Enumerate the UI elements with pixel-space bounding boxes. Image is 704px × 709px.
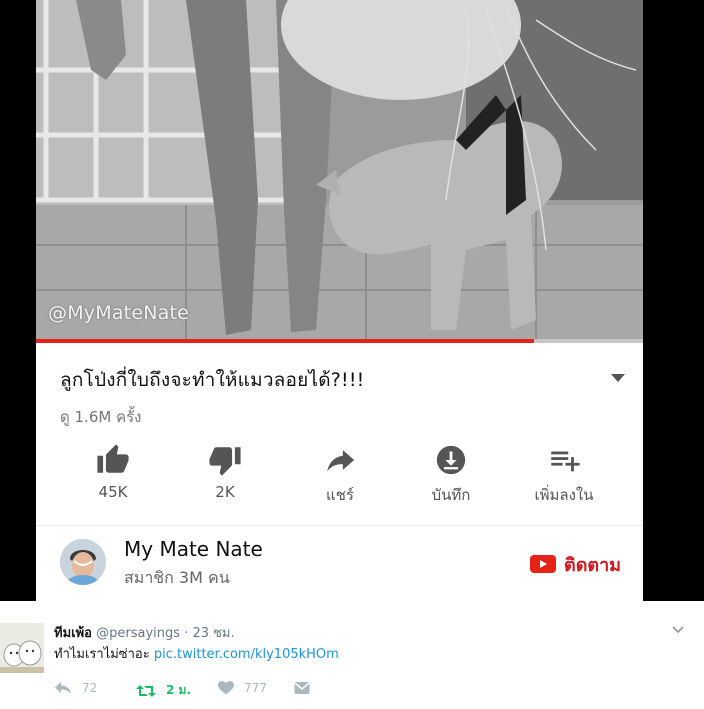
share-label: แชร์ — [326, 486, 354, 504]
retweet-icon — [136, 684, 156, 697]
video-scene-image — [36, 0, 643, 339]
channel-avatar-image — [60, 539, 106, 585]
reply-icon — [55, 682, 71, 694]
tweet-header: ทีมเพ้อ @persayings · 23 ชม. — [54, 622, 235, 643]
tweet-media-link[interactable]: pic.twitter.com/kly105kHOm — [154, 647, 339, 662]
add-to-label: เพิ่มลงใน — [534, 486, 594, 504]
tweet-text: ทำไมเราไม่ซ่าอะ pic.twitter.com/kly105kH… — [54, 643, 339, 664]
tweet-body: ทำไมเราไม่ซ่าอะ — [54, 647, 154, 662]
video-info-card: ลูกโป่งกี่ใบถึงจะทำให้แมวลอยได้?!!! ดู 1… — [36, 343, 643, 601]
youtube-logo-icon — [530, 555, 556, 573]
tweet-action-bar: 72 2 ม. 777 — [54, 681, 354, 699]
tweet-timestamp[interactable]: 23 ชม. — [192, 626, 234, 641]
download-icon — [436, 445, 466, 475]
thumbs-up-icon — [97, 444, 129, 473]
subscriber-count: สมาชิก 3M คน — [124, 568, 230, 587]
channel-avatar[interactable] — [60, 539, 106, 585]
like-tweet-button[interactable]: 777 — [218, 681, 267, 695]
like-count-tweet: 777 — [244, 681, 267, 695]
save-label: บันทึก — [431, 486, 471, 504]
subscribe-label: ติดตาม — [564, 554, 622, 576]
tweet-menu-chevron-icon[interactable] — [672, 623, 684, 635]
tweet: ทีมเพ้อ @persayings · 23 ชม. ทำไมเราไม่ซ… — [0, 601, 704, 709]
channel-name[interactable]: My Mate Nate — [124, 537, 263, 561]
view-count: ดู 1.6M ครั้ง — [60, 408, 142, 426]
tweet-author-avatar[interactable] — [0, 623, 44, 673]
subscribe-button[interactable]: ติดตาม — [530, 551, 621, 577]
retweet-button[interactable]: 2 ม. — [136, 681, 191, 700]
expand-description-icon[interactable] — [611, 374, 625, 382]
tweet-display-name[interactable]: ทีมเพ้อ — [54, 626, 92, 641]
direct-message-button[interactable] — [294, 681, 310, 695]
share-icon — [327, 450, 355, 472]
video-action-bar: 45K 2K แชร์ บันทึก เพิ่มลงใน — [36, 443, 643, 513]
share-button[interactable]: แชร์ — [295, 443, 385, 507]
add-to-playlist-icon — [551, 451, 580, 472]
embedded-video-screenshot: @MyMateNate ลูกโป่งกี่ใบถึงจะทำให้แมวลอย… — [0, 0, 704, 601]
like-button[interactable]: 45K — [68, 443, 158, 501]
section-divider — [36, 525, 643, 526]
reply-count: 72 — [82, 681, 98, 695]
tweet-avatar-image — [0, 623, 44, 673]
video-frame[interactable]: @MyMateNate — [36, 0, 643, 339]
tweet-separator: · — [184, 626, 189, 641]
reply-button[interactable]: 72 — [54, 681, 97, 695]
tweet-handle[interactable]: @persayings — [96, 626, 180, 641]
like-count: 45K — [98, 483, 128, 501]
dislike-button[interactable]: 2K — [180, 443, 270, 501]
video-watermark: @MyMateNate — [48, 302, 190, 324]
add-to-button[interactable]: เพิ่มลงใน — [519, 443, 609, 507]
retweet-count: 2 ม. — [166, 683, 191, 697]
envelope-icon — [294, 682, 310, 694]
heart-icon — [218, 681, 234, 695]
dislike-count: 2K — [215, 483, 235, 501]
thumbs-down-icon — [209, 447, 241, 476]
video-title: ลูกโป่งกี่ใบถึงจะทำให้แมวลอยได้?!!! — [60, 369, 365, 391]
save-button[interactable]: บันทึก — [406, 443, 496, 507]
